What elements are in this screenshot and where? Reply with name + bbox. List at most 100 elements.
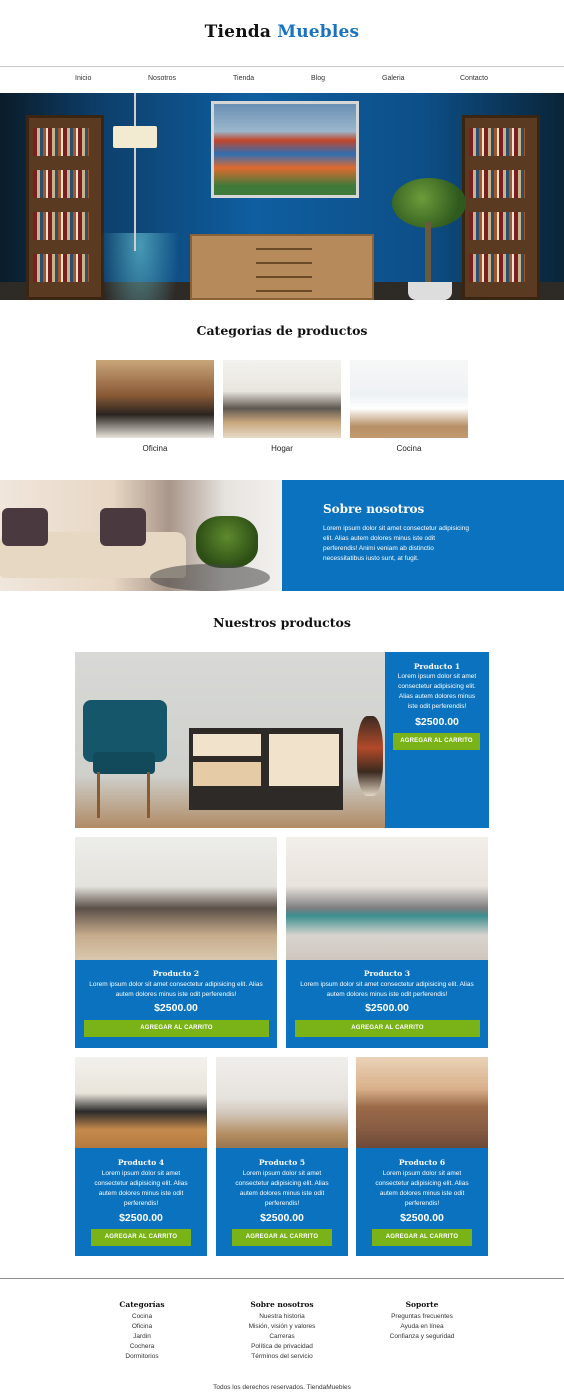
footer-column-title: Sobre nosotros <box>250 1300 314 1309</box>
nav-item-blog[interactable]: Blog <box>311 75 325 82</box>
product-panel-2: Producto 2 Lorem ipsum dolor sit amet co… <box>75 960 277 1048</box>
hero-plant-pot <box>408 282 452 300</box>
footer-link-terminos[interactable]: Términos del servicio <box>212 1352 352 1362</box>
product-image-2[interactable] <box>75 837 277 960</box>
footer-column-soporte: Soporte Preguntas frecuentes Ayuda en lí… <box>352 1300 492 1342</box>
product-card-1: Producto 1 Lorem ipsum dolor sit amet co… <box>75 652 489 828</box>
product-price: $2500.00 <box>400 1212 444 1224</box>
product-card-2: Producto 2 Lorem ipsum dolor sit amet co… <box>75 837 277 1048</box>
category-label[interactable]: Oficina <box>96 444 214 453</box>
product-name: Producto 4 <box>117 1158 165 1167</box>
category-label[interactable]: Hogar <box>223 444 341 453</box>
product-panel-5: Producto 5 Lorem ipsum dolor sit amet co… <box>216 1148 348 1256</box>
product-panel-4: Producto 4 Lorem ipsum dolor sit amet co… <box>75 1148 207 1256</box>
footer-link-ayuda[interactable]: Ayuda en línea <box>352 1322 492 1332</box>
about-title: Sobre nosotros <box>323 502 425 516</box>
about-text: Lorem ipsum dolor sit amet consectetur a… <box>323 525 469 562</box>
footer-link-jardin[interactable]: Jardin <box>72 1332 212 1342</box>
product-1-chair-leg <box>97 772 100 818</box>
about-panel: Sobre nosotros Lorem ipsum dolor sit ame… <box>282 480 564 591</box>
footer-link-privacidad[interactable]: Política de privacidad <box>212 1342 352 1352</box>
footer-link-dormitorios[interactable]: Dormitorios <box>72 1352 212 1362</box>
add-to-cart-button[interactable]: AGREGAR AL CARRITO <box>91 1229 191 1246</box>
product-image-4[interactable] <box>75 1057 207 1148</box>
category-card-hogar[interactable]: Hogar <box>223 360 341 453</box>
product-price: $2500.00 <box>365 1002 409 1014</box>
footer-link-oficina[interactable]: Oficina <box>72 1322 212 1332</box>
product-image-6[interactable] <box>356 1057 488 1148</box>
product-card-5: Producto 5 Lorem ipsum dolor sit amet co… <box>216 1057 348 1256</box>
about-image <box>0 480 282 591</box>
add-to-cart-button[interactable]: AGREGAR AL CARRITO <box>84 1020 269 1037</box>
nav-item-contacto[interactable]: Contacto <box>460 75 488 82</box>
hero-lamp-glow <box>100 233 180 300</box>
hero-lamp-pole <box>134 93 136 251</box>
footer-link-cocina[interactable]: Cocina <box>72 1312 212 1322</box>
hero-lamp-shade <box>113 126 157 148</box>
product-name: Producto 3 <box>363 969 411 978</box>
product-1-chair-seat <box>93 752 155 774</box>
product-name: Producto 6 <box>398 1158 446 1167</box>
logo-word-tienda: Tienda <box>204 22 272 42</box>
category-image-cocina[interactable] <box>350 360 468 438</box>
about-table <box>150 564 270 591</box>
product-description: Lorem ipsum dolor sit amet consectetur a… <box>300 981 474 998</box>
category-image-hogar[interactable] <box>223 360 341 438</box>
category-image-oficina[interactable] <box>96 360 214 438</box>
category-card-oficina[interactable]: Oficina <box>96 360 214 453</box>
copyright-text: Todos los derechos reservados. TiendaMue… <box>213 1384 351 1391</box>
products-title: Nuestros productos <box>213 615 351 630</box>
product-image-3[interactable] <box>286 837 488 960</box>
footer-column-title: Categorías <box>119 1300 165 1309</box>
product-price: $2500.00 <box>154 1002 198 1014</box>
product-description: Lorem ipsum dolor sit amet consectetur a… <box>375 1170 469 1207</box>
footer-link-mision[interactable]: Misión, visión y valores <box>212 1322 352 1332</box>
product-name: Producto 1 <box>413 662 461 671</box>
category-label[interactable]: Cocina <box>350 444 468 453</box>
product-image-1[interactable] <box>75 652 385 828</box>
hero-bookcase-left <box>26 115 104 300</box>
footer-link-cochera[interactable]: Cochera <box>72 1342 212 1352</box>
category-card-cocina[interactable]: Cocina <box>350 360 468 453</box>
hero-plant-trunk <box>425 222 431 286</box>
product-name: Producto 2 <box>152 969 200 978</box>
product-1-chair-leg <box>147 772 150 818</box>
hero-image <box>0 93 564 300</box>
product-panel-1: Producto 1 Lorem ipsum dolor sit amet co… <box>385 652 489 828</box>
add-to-cart-button[interactable]: AGREGAR AL CARRITO <box>295 1020 480 1037</box>
footer-column-categorias: Categorías Cocina Oficina Jardin Cochera… <box>72 1300 212 1362</box>
product-card-4: Producto 4 Lorem ipsum dolor sit amet co… <box>75 1057 207 1256</box>
product-panel-3: Producto 3 Lorem ipsum dolor sit amet co… <box>286 960 488 1048</box>
product-card-6: Producto 6 Lorem ipsum dolor sit amet co… <box>356 1057 488 1256</box>
nav-item-nosotros[interactable]: Nosotros <box>148 75 176 82</box>
product-1-cabinet <box>189 728 343 810</box>
add-to-cart-button[interactable]: AGREGAR AL CARRITO <box>232 1229 332 1246</box>
nav-item-inicio[interactable]: Inicio <box>75 75 91 82</box>
footer-divider <box>0 1278 564 1279</box>
site-header: Tienda Muebles <box>0 0 564 66</box>
footer-link-historia[interactable]: Nuestra historia <box>212 1312 352 1322</box>
about-section: Sobre nosotros Lorem ipsum dolor sit ame… <box>0 480 564 591</box>
hero-painting <box>211 101 359 198</box>
add-to-cart-button[interactable]: AGREGAR AL CARRITO <box>393 733 480 750</box>
footer-column-title: Soporte <box>405 1300 439 1309</box>
footer-column-sobre-nosotros: Sobre nosotros Nuestra historia Misión, … <box>212 1300 352 1362</box>
about-plant <box>196 516 258 568</box>
hero-plant-foliage <box>392 178 466 228</box>
product-1-vase <box>357 716 383 796</box>
product-description: Lorem ipsum dolor sit amet consectetur a… <box>397 673 477 710</box>
hero-dresser <box>190 234 374 300</box>
site-logo[interactable]: Tienda Muebles <box>0 22 564 42</box>
product-price: $2500.00 <box>260 1212 304 1224</box>
footer-link-preguntas[interactable]: Preguntas frecuentes <box>352 1312 492 1322</box>
footer-link-carreras[interactable]: Carreras <box>212 1332 352 1342</box>
footer-link-confianza[interactable]: Confianza y seguridad <box>352 1332 492 1342</box>
nav-item-galeria[interactable]: Galeria <box>382 75 405 82</box>
hero-bookcase-right <box>462 115 540 300</box>
product-panel-6: Producto 6 Lorem ipsum dolor sit amet co… <box>356 1148 488 1256</box>
product-name: Producto 5 <box>258 1158 306 1167</box>
nav-item-tienda[interactable]: Tienda <box>233 75 254 82</box>
product-image-5[interactable] <box>216 1057 348 1148</box>
logo-word-muebles: Muebles <box>277 22 360 42</box>
add-to-cart-button[interactable]: AGREGAR AL CARRITO <box>372 1229 472 1246</box>
